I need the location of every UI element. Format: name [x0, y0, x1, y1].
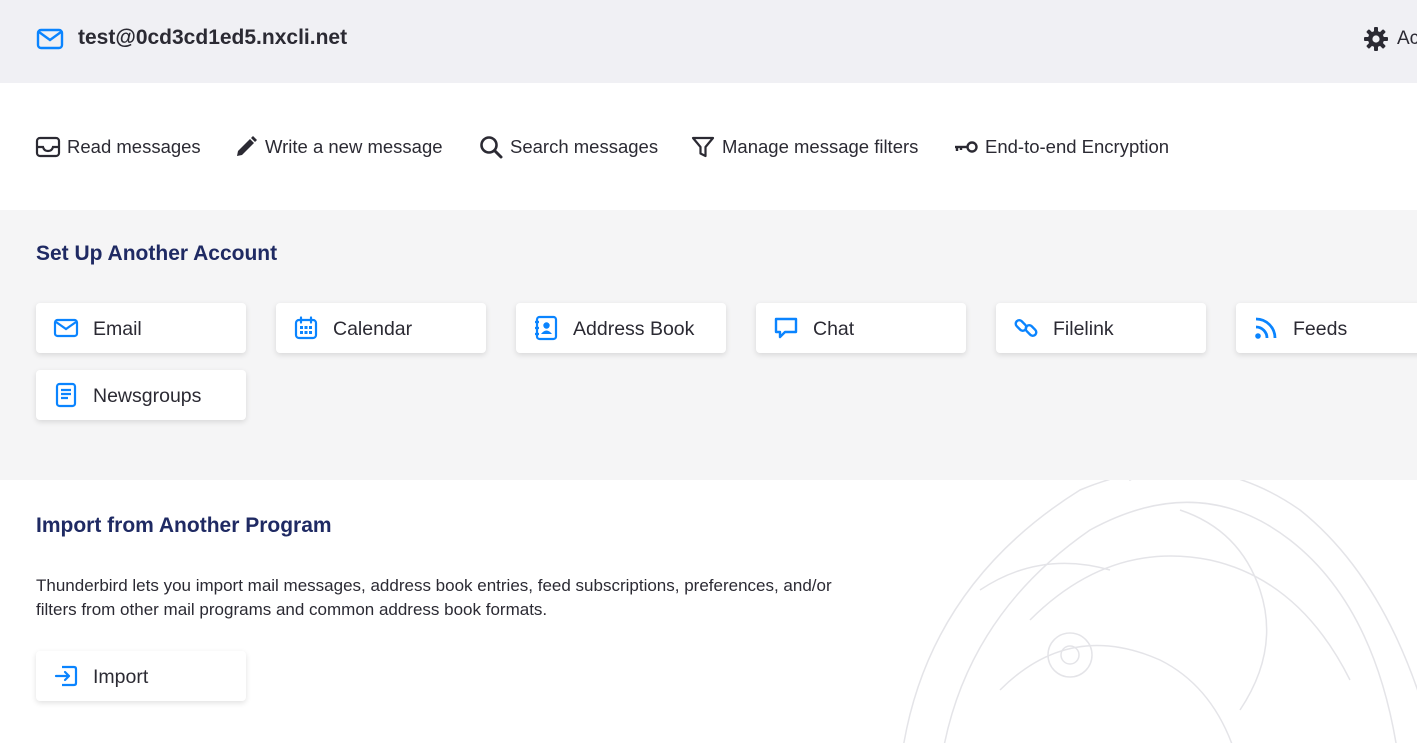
- search-icon: [480, 136, 503, 159]
- account-settings-label: Ac: [1397, 28, 1417, 49]
- gear-icon: [1364, 27, 1388, 51]
- setup-address-book-button[interactable]: Address Book: [516, 303, 726, 353]
- setup-feeds-button[interactable]: Feeds: [1236, 303, 1417, 353]
- setup-newsgroups-button[interactable]: Newsgroups: [36, 370, 246, 420]
- setup-newsgroups-label: Newsgroups: [93, 385, 202, 407]
- account-actions: Read messages Write a new message Search…: [0, 83, 1417, 210]
- mail-icon: [36, 28, 64, 50]
- encryption-label: End-to-end Encryption: [985, 136, 1170, 157]
- import-button[interactable]: Import: [36, 651, 246, 701]
- newsgroup-icon: [55, 382, 77, 408]
- setup-filelink-button[interactable]: Filelink: [996, 303, 1206, 353]
- account-hub-page: test@0cd3cd1ed5.nxcli.net Ac Read messag…: [0, 0, 1417, 743]
- import-button-label: Import: [93, 666, 149, 688]
- write-message-button[interactable]: Write a new message: [233, 131, 443, 163]
- read-messages-label: Read messages: [67, 136, 201, 157]
- rss-icon: [1255, 317, 1277, 339]
- setup-section: Set Up Another Account Email Calendar Ad…: [0, 210, 1417, 480]
- calendar-icon: [294, 316, 318, 340]
- import-icon: [54, 665, 78, 687]
- write-message-label: Write a new message: [265, 136, 443, 157]
- manage-filters-button[interactable]: Manage message filters: [690, 131, 918, 163]
- setup-title: Set Up Another Account: [36, 242, 278, 265]
- thunderbird-watermark-icon: [903, 480, 1417, 743]
- pencil-icon: [237, 136, 257, 156]
- import-title: Import from Another Program: [36, 514, 332, 537]
- chat-icon: [774, 317, 798, 339]
- setup-chat-button[interactable]: Chat: [756, 303, 966, 353]
- key-icon: [955, 141, 978, 153]
- mail-icon: [53, 318, 79, 338]
- setup-address-book-label: Address Book: [573, 318, 695, 340]
- setup-feeds-label: Feeds: [1293, 318, 1348, 340]
- filter-icon: [691, 136, 715, 158]
- setup-email-button[interactable]: Email: [36, 303, 246, 353]
- setup-email-label: Email: [93, 318, 142, 340]
- setup-calendar-label: Calendar: [333, 318, 413, 340]
- setup-chat-label: Chat: [813, 318, 855, 340]
- setup-calendar-button[interactable]: Calendar: [276, 303, 486, 353]
- import-description: Thunderbird lets you import mail message…: [36, 576, 832, 619]
- account-email: test@0cd3cd1ed5.nxcli.net: [78, 26, 348, 49]
- encryption-button[interactable]: End-to-end Encryption: [953, 131, 1169, 163]
- search-messages-button[interactable]: Search messages: [478, 131, 658, 163]
- search-messages-label: Search messages: [510, 136, 659, 157]
- account-header: test@0cd3cd1ed5.nxcli.net Ac: [0, 0, 1417, 83]
- address-book-icon: [535, 315, 558, 341]
- import-section: Import from Another Program Thunderbird …: [0, 480, 1417, 743]
- read-messages-button[interactable]: Read messages: [35, 131, 201, 163]
- link-icon: [1014, 319, 1038, 337]
- setup-filelink-label: Filelink: [1053, 318, 1114, 340]
- inbox-icon: [35, 136, 61, 158]
- manage-filters-label: Manage message filters: [722, 136, 919, 157]
